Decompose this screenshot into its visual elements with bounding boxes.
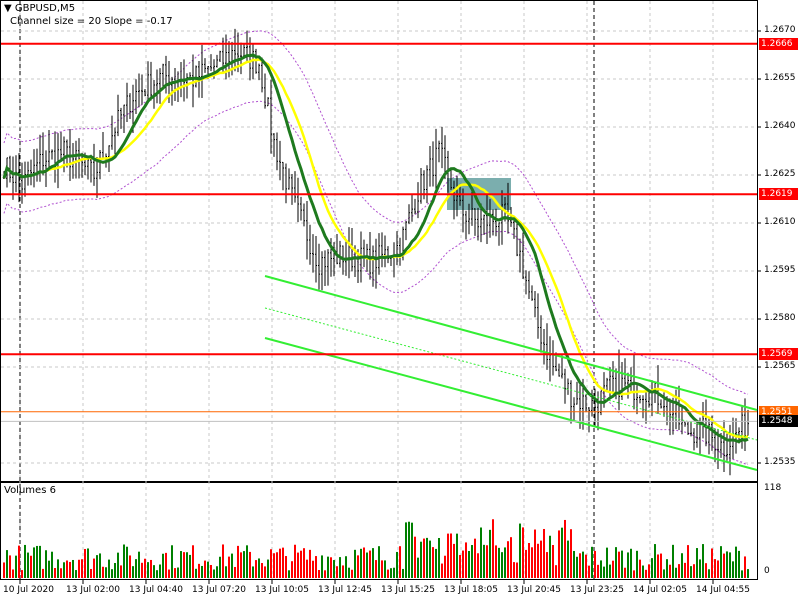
level-price-tag: 1.2619 (759, 188, 798, 201)
time-label: 13 Jul 12:45 (318, 585, 372, 595)
price-label: 1.2610 (764, 217, 796, 227)
price-chart[interactable] (0, 0, 800, 600)
symbol-label: GBPUSD,M5 (14, 3, 76, 14)
current-price-tag: 1.2548 (759, 415, 798, 428)
price-label: 1.2655 (764, 73, 796, 83)
price-label: 1.2580 (764, 313, 796, 323)
indicator-label: Channel size = 20 Slope = -0.17 (10, 16, 173, 27)
price-label: 1.2595 (764, 265, 796, 275)
time-label: 14 Jul 02:05 (633, 585, 687, 595)
time-label: 13 Jul 15:25 (381, 585, 435, 595)
price-label: 1.2625 (764, 169, 796, 179)
level-price-tag: 1.2666 (759, 37, 798, 50)
time-label: 13 Jul 04:40 (129, 585, 183, 595)
time-label: 13 Jul 10:05 (255, 585, 309, 595)
symbol-title: ▼ GBPUSD,M5 (4, 3, 76, 14)
time-label: 13 Jul 07:20 (192, 585, 246, 595)
time-label: 13 Jul 23:25 (570, 585, 624, 595)
price-label: 1.2640 (764, 121, 796, 131)
level-price-tag: 1.2569 (759, 348, 798, 361)
price-label: 1.2535 (764, 457, 796, 467)
time-label: 13 Jul 02:00 (66, 585, 120, 595)
time-label: 10 Jul 2020 (3, 585, 54, 595)
price-label: 1.2670 (764, 25, 796, 35)
price-label: 1.2565 (764, 361, 796, 371)
time-label: 14 Jul 04:55 (696, 585, 750, 595)
volumes-label: Volumes 6 (4, 485, 56, 496)
time-label: 13 Jul 20:45 (507, 585, 561, 595)
volume-min-label: 0 (764, 566, 770, 576)
volume-max-label: 118 (764, 483, 782, 493)
time-label: 13 Jul 18:05 (444, 585, 498, 595)
